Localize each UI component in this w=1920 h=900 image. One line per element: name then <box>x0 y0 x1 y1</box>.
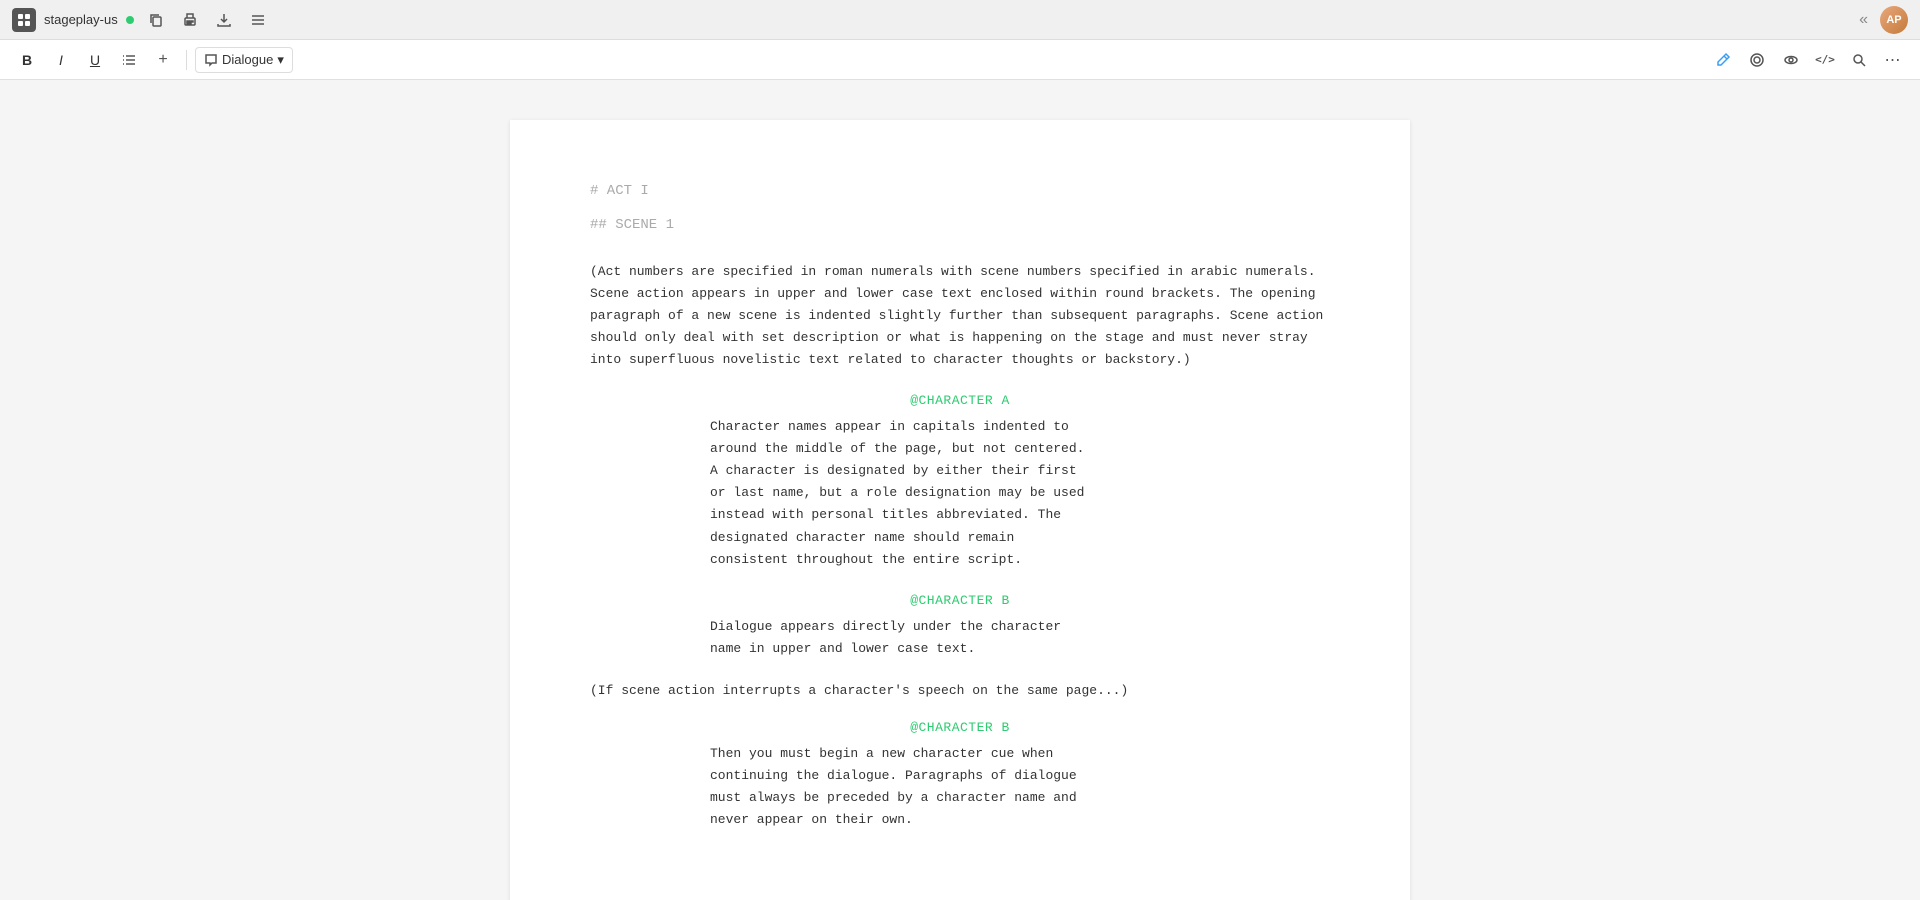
outline-icon[interactable] <box>244 6 272 34</box>
italic-button[interactable]: I <box>46 45 76 75</box>
toolbar-divider <box>186 50 187 70</box>
dialogue-selector-label: Dialogue <box>222 52 273 67</box>
act-heading: # ACT I <box>590 180 1330 202</box>
dropdown-arrow: ▾ <box>277 52 284 68</box>
scene-heading: ## SCENE 1 <box>590 214 1330 236</box>
character-b-name-2: @CHARACTER B <box>590 718 1330 739</box>
collapse-button[interactable]: « <box>1855 7 1872 33</box>
character-a-name: @CHARACTER A <box>590 391 1330 412</box>
action-block: (Act numbers are specified in roman nume… <box>590 261 1330 371</box>
character-b-name-1: @CHARACTER B <box>590 591 1330 612</box>
toolbar-right: </> ⋯ <box>1708 45 1908 75</box>
download-icon[interactable] <box>210 6 238 34</box>
editor-page: # ACT I ## SCENE 1 (Act numbers are spec… <box>510 120 1410 900</box>
bold-button[interactable]: B <box>12 45 42 75</box>
suggest-button[interactable] <box>1742 45 1772 75</box>
print-icon[interactable] <box>176 6 204 34</box>
top-bar: stageplay-us <box>0 0 1920 40</box>
duplicate-icon[interactable] <box>142 6 170 34</box>
more-options-button[interactable]: ⋯ <box>1878 45 1908 75</box>
underline-button[interactable]: U <box>80 45 110 75</box>
character-b-dialogue-1: Dialogue appears directly under the char… <box>710 616 1130 660</box>
top-bar-left: stageplay-us <box>12 6 1847 34</box>
code-button[interactable]: </> <box>1810 45 1840 75</box>
add-button[interactable]: + <box>148 45 178 75</box>
character-b-dialogue-2: Then you must begin a new character cue … <box>710 743 1130 831</box>
view-mode-button[interactable] <box>1776 45 1806 75</box>
top-bar-icons <box>142 6 272 34</box>
app-title: stageplay-us <box>44 12 118 27</box>
app-icon <box>12 8 36 32</box>
toolbar: B I U + Dialogue ▾ <box>0 40 1920 80</box>
status-dot <box>126 16 134 24</box>
dialogue-selector[interactable]: Dialogue ▾ <box>195 47 293 73</box>
top-bar-right: « AP <box>1855 6 1908 34</box>
character-a-dialogue: Character names appear in capitals inden… <box>710 416 1130 571</box>
list-button[interactable] <box>114 45 144 75</box>
editor-area[interactable]: # ACT I ## SCENE 1 (Act numbers are spec… <box>0 80 1920 900</box>
edit-mode-button[interactable] <box>1708 45 1738 75</box>
search-button[interactable] <box>1844 45 1874 75</box>
avatar: AP <box>1880 6 1908 34</box>
parenthetical-block: (If scene action interrupts a character'… <box>590 680 1330 702</box>
